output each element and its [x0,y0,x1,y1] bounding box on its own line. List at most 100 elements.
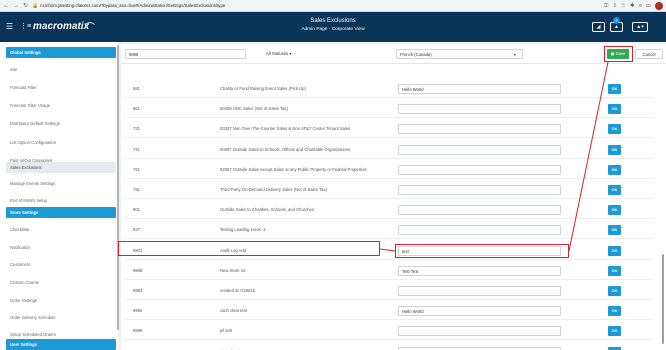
app-header: ☰ ⋮≡ macromatix ⌒ Sales Exclusions Admin… [0,12,666,42]
translation-input[interactable] [398,144,561,155]
main-panel: 9868 All Statuses ▾ French (Canada) ▾ ▣ … [118,44,666,350]
menu-list-icon[interactable]: ≡ [639,3,642,9]
row-code: 9993 [133,288,143,293]
table-row: 9993 created at 7/28n45 OK [125,282,653,300]
translation-input[interactable] [398,185,561,195]
sidebar-item-distributor-defaults[interactable]: Distributor Default Settings [6,118,116,129]
row-description: show for demo [220,343,247,350]
ok-button[interactable]: OK [608,205,621,216]
sidebar-item-notification[interactable]: Notification [6,242,116,253]
row-code: 761 [133,166,140,172]
back-icon[interactable]: ← [3,0,9,12]
status-filter-select[interactable]: All Statuses ▾ [266,49,291,59]
search-input[interactable]: 9868 [125,49,246,59]
filter-toolbar: 9868 All Statuses ▾ French (Canada) ▾ ▣ … [121,44,666,64]
star-icon[interactable]: ☆ [621,3,626,9]
page-subtitle: Admin Page - Corporate View [301,27,365,32]
ok-button[interactable]: OK [608,104,621,115]
translation-input[interactable] [398,346,561,350]
translation-input[interactable] [398,286,561,296]
main-scrollbar[interactable] [662,254,664,344]
ok-button[interactable]: OK [608,144,621,155]
forward-icon[interactable]: → [13,0,19,12]
sidebar-item-site[interactable]: Site [6,64,116,75]
row-description: 00409 UNC Sales (Net of Sales Tax) [220,106,288,112]
translation-input[interactable] [398,104,561,115]
translation-input[interactable] [398,205,561,216]
sidebar-head-user-settings[interactable]: User Settings [6,339,116,350]
row-code: 9996 [133,328,143,334]
row-code: 801 [133,207,140,213]
ok-button[interactable]: OK [608,124,621,135]
user-menu-icon[interactable]: ▲▾ [632,22,648,32]
translation-input[interactable]: Hello World [398,306,561,317]
profile-avatar[interactable]: R [655,2,663,10]
translation-input[interactable] [398,164,561,175]
key-icon[interactable]: ⚿ [604,3,608,10]
sidebar-item-customers[interactable]: Customers [6,259,116,270]
ok-button[interactable]: OK [608,245,621,256]
row-description: jel test [220,328,233,334]
row-description: New Store 10 [220,267,246,273]
sidebar-head-store-settings[interactable]: Store Settings [6,207,116,218]
chevron-down-icon: ▾ [289,51,292,56]
cancel-button[interactable]: Cancel [635,49,663,59]
table-row: 801 Outside Sales to Charities, Schools, … [125,201,653,220]
table-row: 661 00409 UNC Sales (Net of Sales Tax) OK [125,100,653,119]
lock-icon: 🔒 [32,2,39,9]
sidebar-scrollbar[interactable] [117,45,119,330]
row-code: 661 [133,106,140,112]
sidebar-item-custom-counts[interactable]: Custom Counts [6,277,116,288]
table-row: 721 03347 Non Over-The-Counter Sales & No… [125,120,653,139]
translation-input[interactable]: Test Text [398,265,561,276]
row-description: created at 7/28n45 [220,288,255,293]
translation-input[interactable]: Hello World [398,84,561,94]
ok-button[interactable]: OK [608,265,621,276]
row-description: Testing Leading zeros -1 [220,227,266,233]
sidebar-item-order-delivery[interactable]: Order Delivery Schedule [6,312,116,323]
row-code: 581 [133,86,140,91]
table-row: 781 Third-Party On-Demand Delivery Sales … [125,181,653,199]
sidebar-item-end-of-month[interactable]: End of Month Setup [6,195,116,206]
ok-button[interactable]: OK [608,326,621,337]
ok-button[interactable]: OK [608,164,621,175]
address-bar[interactable]: m.inform.jatesting.cfatoms.com/?bypass_s… [40,3,420,8]
ok-button[interactable]: OK [608,346,621,350]
sidebar-item-checklists[interactable]: Checklists [6,224,116,235]
row-description: 02057 Outside Sales except Sales at any … [220,166,367,172]
save-button[interactable]: ▣ Save [607,49,629,59]
row-code: 781 [133,187,140,192]
row-description: Third-Party On-Demand Delivery Sales (Ne… [220,187,327,192]
translation-input[interactable] [398,124,561,135]
sidebar-item-forecast-filter[interactable]: Forecast Filter [6,82,116,93]
translation-input[interactable] [398,225,561,236]
table-row: 9995 cach clear test Hello World OK [125,302,653,321]
sidebar-item-list-option-config[interactable]: List Option Configuration [6,137,116,148]
ok-button[interactable]: OK [608,306,621,317]
row-description: cach clear test [220,308,247,314]
sidebar-item-sales-exclusions[interactable]: Sales Exclusions [6,162,116,173]
ok-button[interactable]: OK [608,286,621,296]
ok-button[interactable]: OK [608,185,621,195]
language-select[interactable]: French (Canada) ▾ [396,49,523,59]
sidebar-item-forecast-filter-usage[interactable]: Forecast Filter Usage [6,100,116,111]
sidebar: Global Settings Site Forecast Filter For… [0,42,118,350]
ok-button[interactable]: OK [608,84,621,94]
sidebar-head-global-settings[interactable]: Global Settings [6,47,116,58]
table-row: 9868 New Store 10 Test Text OK [125,262,653,280]
reload-icon[interactable]: ↻ [23,0,28,12]
row-code: 721 [133,126,140,132]
browser-toolbar: ← → ↻ 🔒 m.inform.jatesting.cfatoms.com/?… [0,0,666,12]
ok-button[interactable]: OK [608,225,621,236]
translation-input[interactable] [398,326,561,337]
window-icon[interactable]: ▭ [646,3,651,9]
extension-icon[interactable]: ✱ [630,3,635,9]
table-row: 761 02057 Outside Sales except Sales at a… [125,161,653,179]
sidebar-item-manage-events[interactable]: Manage Events Settings [6,178,116,189]
row-description: Charity or Fund Raising Event Sales (Pic… [220,86,306,91]
row-description: Outside Sales to Charities, Schools, and… [220,207,315,213]
fullscreen-icon[interactable]: ◢ [592,22,605,32]
sidebar-item-order-settings[interactable]: Order Settings [6,295,116,306]
share-icon[interactable]: ⇪ [612,3,617,9]
table-row: 9997 show for demo OK [125,343,653,350]
